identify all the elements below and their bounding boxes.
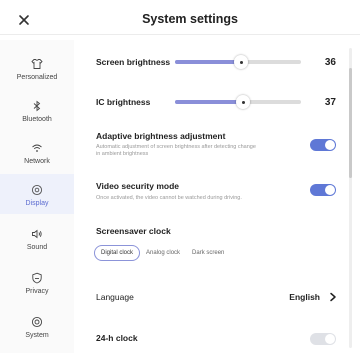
sidebar-item-label: Personalized [16,73,58,81]
ic-brightness-slider[interactable] [175,95,301,109]
video-security-label: Video security mode [96,181,179,191]
option-digital-clock[interactable]: Digital clock [94,245,141,261]
ic-brightness-value: 37 [324,97,336,108]
adaptive-brightness-desc: Automatic adjustment of screen brightnes… [96,144,256,157]
toggle-knob [325,185,335,195]
sidebar-item-display[interactable]: Display [0,174,74,214]
ic-brightness-fill [175,100,243,104]
video-security-toggle[interactable] [310,184,336,196]
toggle-knob [325,140,335,150]
system-icon [29,314,45,330]
display-settings-panel: Screen brightness 36 IC brightness 37 Ad… [80,40,352,353]
sidebar-item-label: Network [24,157,50,165]
settings-window: System settings Personalized Bluetooth N… [0,0,360,353]
sidebar-item-privacy[interactable]: Privacy [0,262,74,302]
page-title: System settings [142,12,238,26]
sidebar-item-sound[interactable]: Sound [0,218,74,258]
wifi-icon [29,140,45,156]
language-value[interactable]: English [289,292,320,302]
screen-brightness-slider[interactable] [175,55,301,69]
sidebar-item-network[interactable]: Network [0,132,74,172]
sidebar: Personalized Bluetooth Network Display S… [0,40,74,353]
shield-icon [29,270,45,286]
display-icon [29,182,45,198]
ic-brightness-knob[interactable] [236,95,250,109]
clock-24h-label: 24-h clock [96,333,138,343]
screen-brightness-label: Screen brightness [96,57,171,67]
speaker-icon [29,226,45,242]
screensaver-options: Digital clock Analog clock Dark screen [94,245,230,261]
sidebar-item-label: Sound [26,243,48,251]
header-divider [0,34,360,35]
sidebar-item-personalized[interactable]: Personalized [0,48,74,88]
video-security-desc: Once activated, the video cannot be watc… [96,195,242,201]
scrollbar[interactable] [349,48,352,348]
adaptive-brightness-label: Adaptive brightness adjustment [96,131,226,141]
sidebar-item-label: Privacy [25,287,49,295]
screen-brightness-value: 36 [324,57,336,68]
sidebar-item-label: System [25,331,49,339]
sidebar-item-label: Display [25,199,49,207]
screen-brightness-fill [175,60,241,64]
scroll-thumb[interactable] [349,68,352,178]
screen-brightness-knob[interactable] [234,55,248,69]
bluetooth-icon [29,98,45,114]
toggle-knob [325,334,335,344]
clock-24h-toggle[interactable] [310,333,336,345]
shirt-icon [29,56,45,72]
option-analog-clock[interactable]: Analog clock [140,246,186,260]
sidebar-item-bluetooth[interactable]: Bluetooth [0,90,74,130]
chevron-right-icon[interactable] [328,292,338,302]
screensaver-clock-label: Screensaver clock [96,226,171,236]
adaptive-brightness-toggle[interactable] [310,139,336,151]
language-label: Language [96,292,134,302]
sidebar-item-system[interactable]: System [0,306,74,346]
sidebar-item-label: Bluetooth [22,115,52,123]
option-dark-screen[interactable]: Dark screen [186,246,230,260]
ic-brightness-label: IC brightness [96,97,151,107]
